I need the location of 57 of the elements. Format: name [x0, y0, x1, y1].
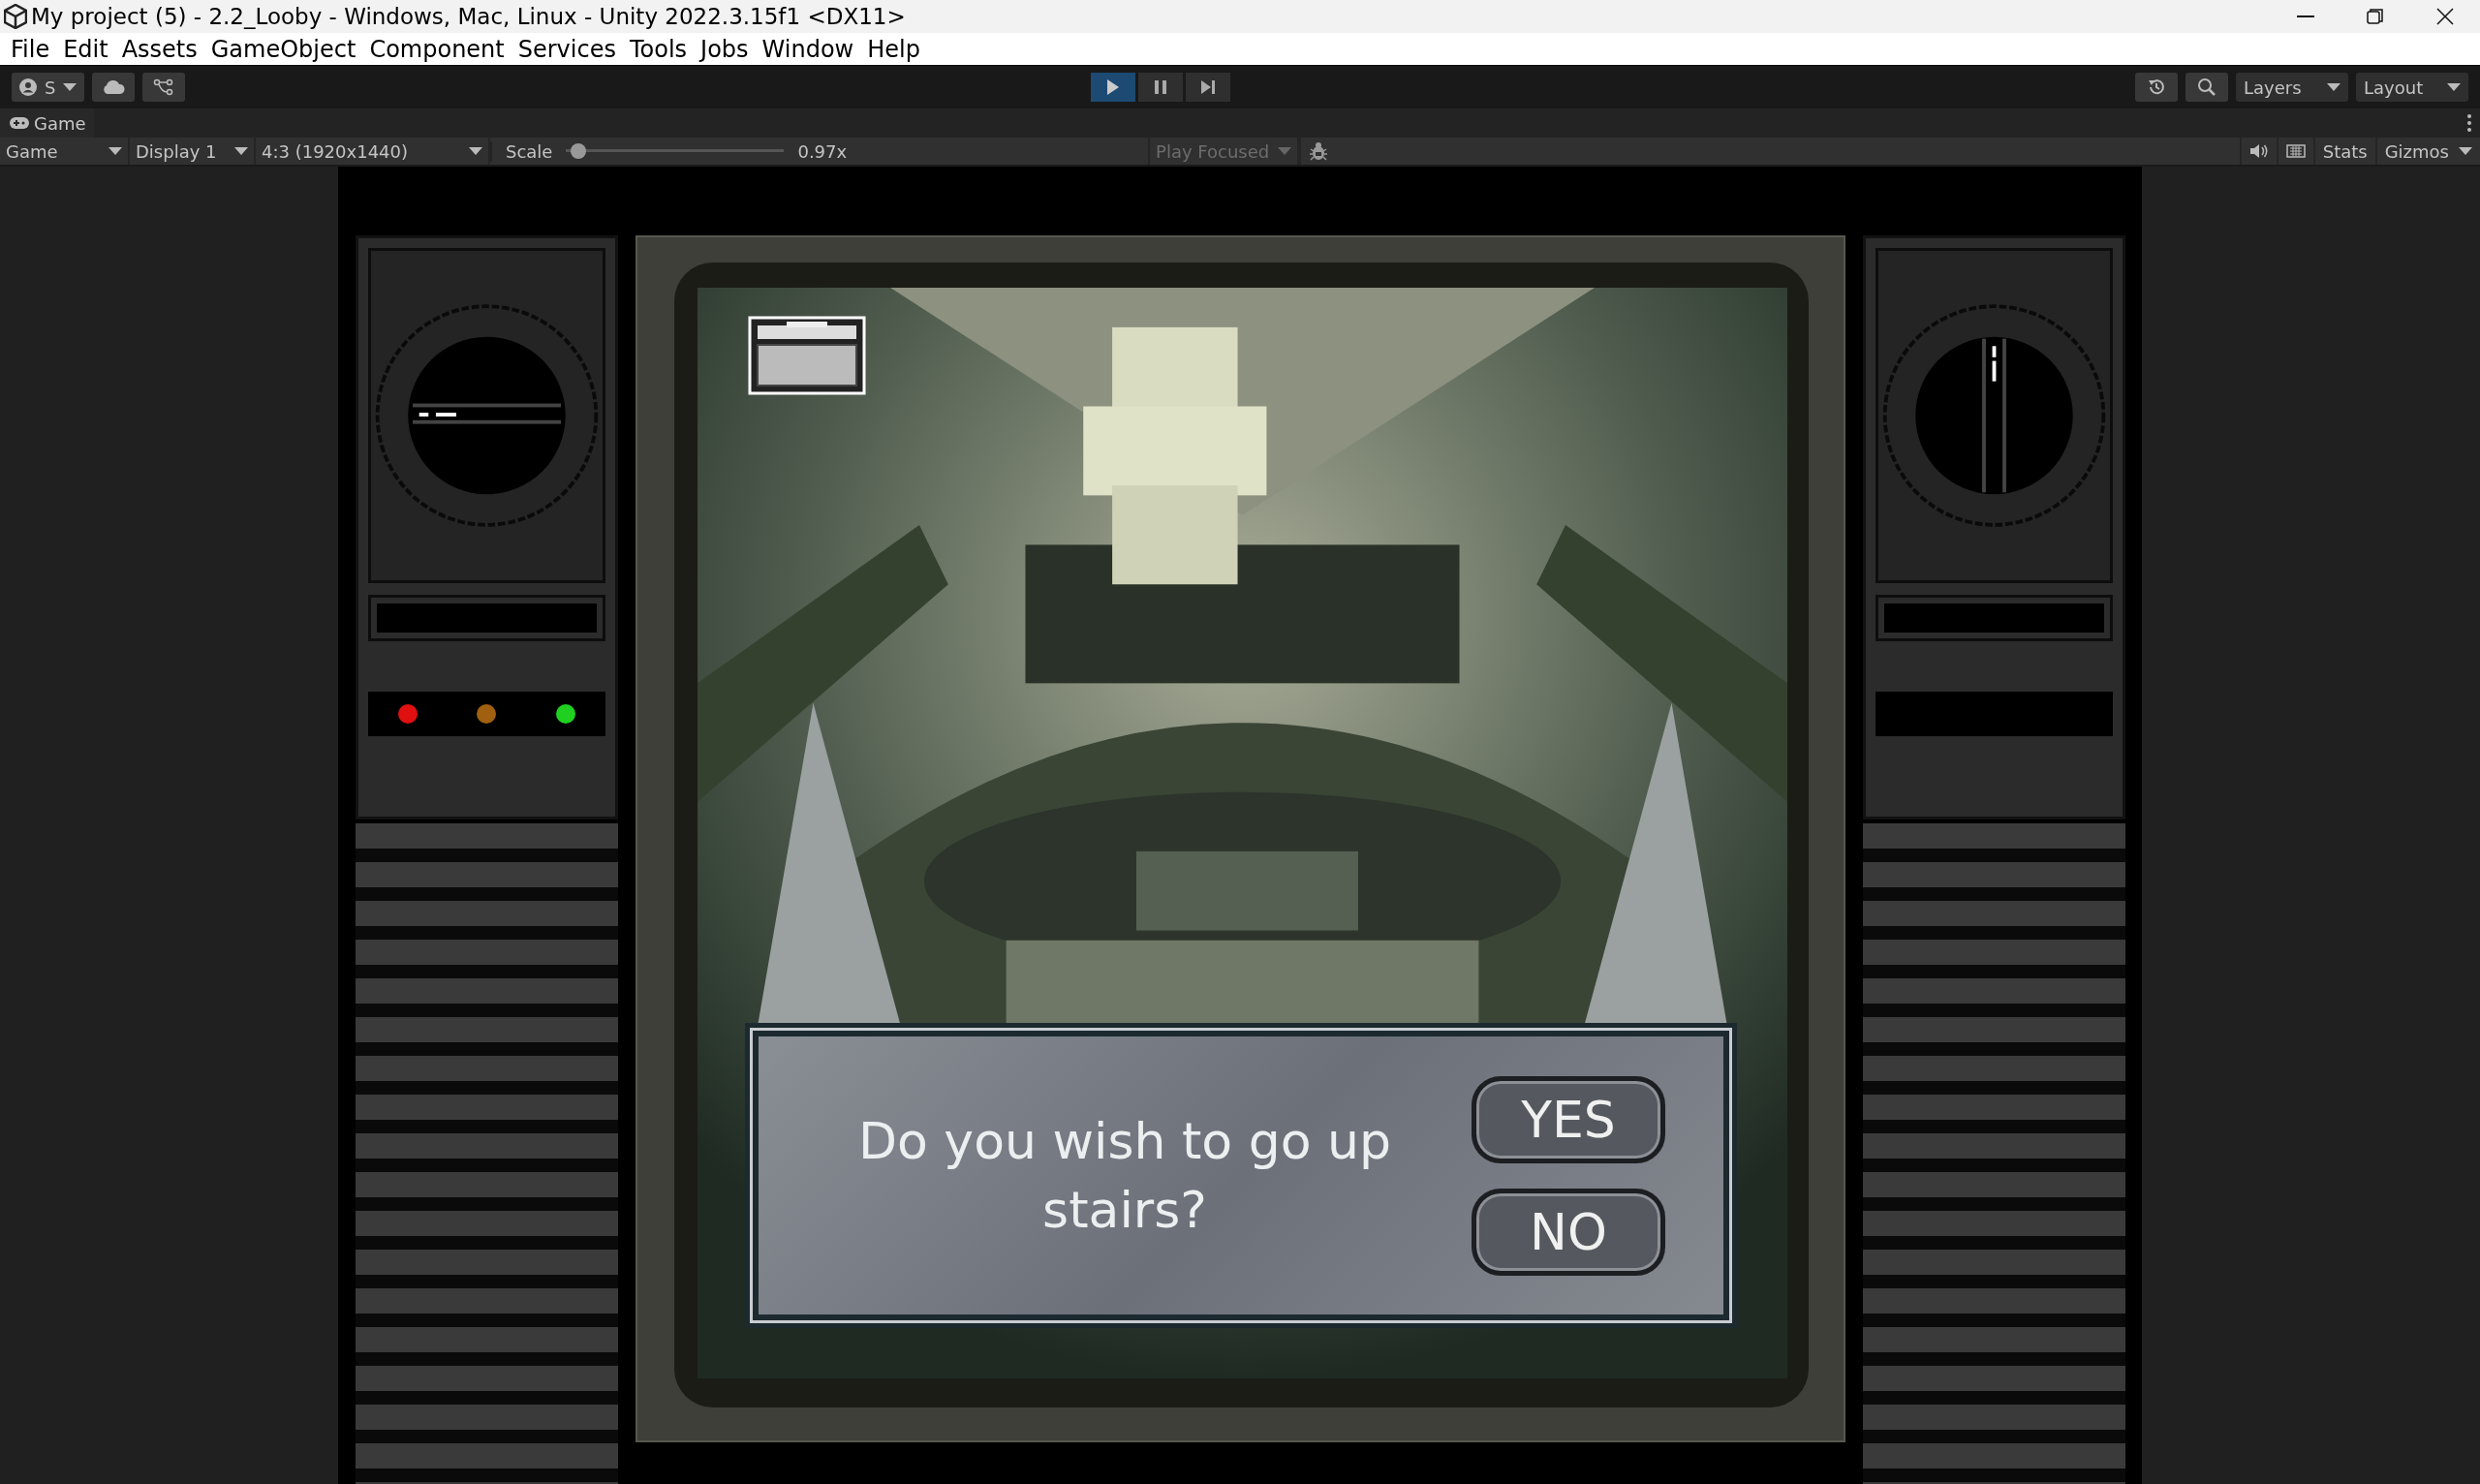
keyboard-icon	[2285, 144, 2306, 158]
menu-item[interactable]: Component	[366, 33, 515, 65]
menu-item[interactable]: Edit	[60, 33, 119, 65]
caret-icon	[108, 146, 122, 156]
unity-logo-icon	[4, 4, 27, 29]
aspect-dropdown[interactable]: 4:3 (1920x1440)	[256, 138, 490, 165]
gizmos-dropdown[interactable]: Gizmos	[2374, 138, 2480, 165]
layout-dropdown[interactable]: Layout	[2356, 73, 2468, 102]
display-dropdown[interactable]: Display 1	[130, 138, 256, 165]
dialog-question: Do you wish to go up stairs?	[856, 1111, 1393, 1241]
caret-icon	[469, 146, 482, 156]
step-icon	[1198, 78, 1217, 96]
menu-item[interactable]: Assets	[118, 33, 208, 65]
caret-icon	[2327, 82, 2340, 92]
account-button[interactable]: S	[12, 73, 85, 102]
stats-button[interactable]: Stats	[2312, 138, 2375, 165]
window-title: My project (5) - 2.2_Looby - Windows, Mac, Linux - Unity 2022.3.15f1 <DX11>	[31, 4, 906, 29]
view-dropdown[interactable]: Game	[0, 138, 130, 165]
restore-icon	[2367, 8, 2384, 25]
play-button[interactable]	[1090, 73, 1135, 102]
menu-item[interactable]: GameObject	[207, 33, 367, 65]
slider-thumb[interactable]	[570, 143, 586, 159]
more-options-icon	[2466, 113, 2472, 133]
pause-button[interactable]	[1137, 73, 1183, 102]
menu-item[interactable]: Help	[864, 33, 931, 65]
close-icon	[2436, 8, 2454, 25]
caret-icon	[1278, 146, 1292, 156]
layers-dropdown[interactable]: Layers	[2236, 73, 2348, 102]
history-button[interactable]	[2135, 73, 2178, 102]
scale-value: 0.97x	[797, 140, 848, 162]
cloud-button[interactable]	[92, 73, 136, 102]
history-icon	[2147, 77, 2166, 97]
caret-icon	[234, 146, 248, 156]
menu-item[interactable]: Services	[514, 33, 627, 65]
no-button[interactable]: NO	[1472, 1188, 1665, 1276]
step-button[interactable]	[1185, 73, 1230, 102]
minimize-icon	[2297, 15, 2314, 17]
bug-icon	[1310, 141, 1328, 161]
caret-icon	[63, 82, 78, 92]
game-tab[interactable]: Game	[0, 108, 94, 138]
chest-icon[interactable]	[748, 316, 866, 395]
scale-label: Scale	[506, 140, 553, 162]
search-button[interactable]	[2186, 73, 2228, 102]
version-control-button[interactable]	[142, 73, 186, 102]
menu-item[interactable]: File	[8, 33, 61, 65]
menu-item[interactable]: Window	[759, 33, 865, 65]
caret-icon	[2459, 146, 2472, 156]
speaker-icon	[2248, 143, 2269, 159]
caret-icon	[2447, 82, 2461, 92]
gamepad-icon	[10, 117, 29, 129]
menu-item[interactable]: Jobs	[698, 33, 760, 65]
person-icon	[19, 78, 37, 96]
branch-icon	[153, 78, 175, 96]
menu-item[interactable]: Tools	[626, 33, 698, 65]
yes-button[interactable]: YES	[1472, 1075, 1665, 1163]
search-icon	[2197, 77, 2216, 97]
cloud-icon	[102, 79, 126, 95]
